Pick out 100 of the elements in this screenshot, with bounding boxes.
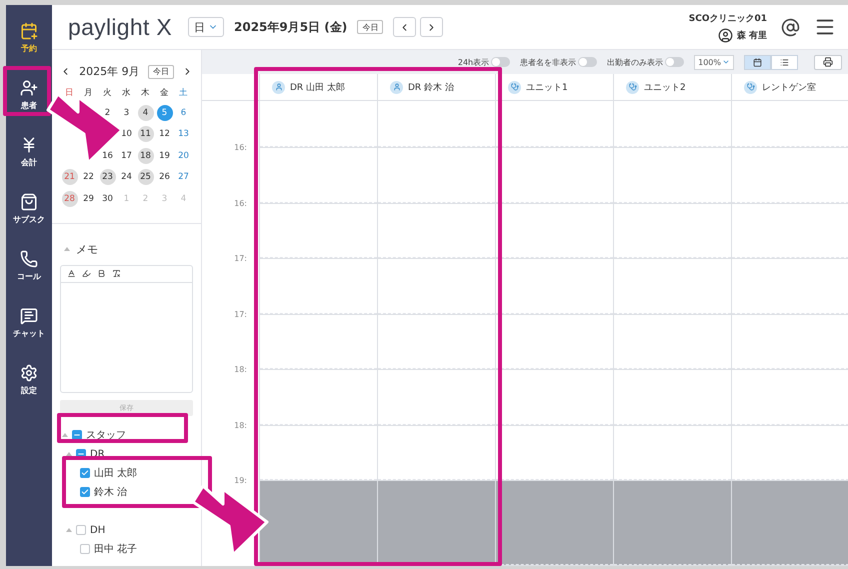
printer-icon (823, 57, 833, 67)
memo-title: メモ (76, 242, 98, 256)
collapse-triangle-icon[interactable] (62, 433, 68, 437)
next-button[interactable] (420, 17, 444, 37)
nav-item[interactable]: チャット (12, 307, 46, 339)
calendar-day[interactable]: 18 (138, 148, 154, 164)
toggle-switch[interactable] (491, 57, 510, 67)
chat-icon (20, 307, 38, 325)
today-button[interactable]: 今日 (148, 64, 174, 78)
checkbox[interactable] (80, 468, 90, 478)
settings-icon (20, 364, 38, 382)
calendar-plus-icon (20, 22, 38, 40)
time-label: 18: (234, 420, 247, 430)
view-toggle[interactable] (771, 54, 798, 70)
weekday-label: 金 (159, 87, 170, 99)
calendar-day[interactable]: 11 (138, 126, 154, 142)
toggle-switch[interactable] (665, 57, 684, 67)
toggle-label: 出勤者のみ表示 (607, 56, 664, 68)
nav-item[interactable]: 予約 (12, 22, 46, 54)
weekday-label: 月 (83, 87, 94, 99)
calendar-day[interactable]: 13 (176, 126, 192, 142)
column-title: DR 鈴木 治 (408, 82, 454, 94)
app-logo: paylight X (68, 14, 174, 40)
calendar-day[interactable]: 27 (176, 169, 192, 185)
highlight-icon[interactable] (82, 269, 91, 278)
calendar-day[interactable]: 4 (138, 104, 154, 120)
weekday-label: 水 (121, 87, 132, 99)
user-name: 森 有里 (736, 29, 767, 42)
time-label: 16: (234, 198, 247, 208)
calendar-day[interactable]: 22 (80, 169, 96, 185)
zoom-select[interactable]: 100% (694, 54, 734, 70)
calendar-day[interactable]: 2 (100, 104, 116, 120)
toggle-label: 24h表示 (458, 56, 490, 68)
calendar-day[interactable]: 20 (176, 148, 192, 164)
print-button[interactable] (814, 54, 842, 70)
check-icon (81, 469, 89, 477)
tree-label: 鈴木 治 (94, 486, 128, 499)
list-icon (780, 58, 789, 66)
weekday-label: 土 (178, 87, 189, 99)
phone-icon (20, 250, 38, 268)
stethoscope-icon (626, 80, 639, 94)
weekday-label: 火 (102, 87, 113, 99)
column-title: ユニット1 (526, 82, 568, 94)
view-toggle[interactable] (744, 54, 771, 70)
calendar-day[interactable]: 6 (176, 104, 192, 120)
nav-item[interactable]: コール (12, 250, 46, 282)
calendar-day[interactable]: 26 (156, 169, 172, 185)
time-label: 17: (234, 310, 247, 320)
column-title: DR 山田 太郎 (290, 82, 345, 94)
time-label: 17: (234, 254, 247, 264)
calendar-day[interactable]: 29 (80, 190, 96, 206)
nav-item[interactable]: 設定 (12, 364, 46, 396)
calendar-day[interactable]: 16 (100, 148, 116, 164)
bag-icon (20, 193, 38, 211)
collapse-triangle-icon[interactable] (66, 528, 72, 532)
time-label: 16: (234, 143, 247, 153)
calendar-day[interactable]: 25 (138, 169, 154, 185)
calendar-day[interactable]: 30 (100, 190, 116, 206)
checkbox[interactable] (76, 525, 86, 535)
view-select[interactable]: 日 (188, 17, 224, 37)
checkbox[interactable] (80, 544, 90, 554)
column-title: ユニット2 (644, 82, 686, 94)
collapse-triangle-icon[interactable] (64, 247, 70, 251)
today-button[interactable]: 今日 (357, 20, 384, 34)
stethoscope-icon (508, 80, 521, 94)
calendar-icon (753, 58, 762, 66)
nav-item[interactable]: 患者 (12, 79, 46, 111)
current-date: 2025年9月5日 (金) (234, 18, 348, 36)
time-label: 19: (234, 476, 247, 486)
at-sign-icon[interactable] (781, 18, 800, 36)
calendar-day[interactable]: 17 (118, 148, 134, 164)
calendar-month: 2025年 9月 (79, 64, 140, 79)
font-color-icon[interactable] (67, 269, 76, 278)
calendar-day[interactable]: 19 (156, 148, 172, 164)
checkbox[interactable] (80, 487, 90, 497)
chevron-down-icon (722, 58, 730, 66)
check-icon (81, 488, 89, 496)
nav-item[interactable]: 会計 (12, 136, 46, 168)
calendar-day[interactable]: 3 (118, 104, 134, 120)
collapse-triangle-icon[interactable] (66, 452, 72, 456)
person-icon (390, 80, 403, 94)
previous-button[interactable] (393, 17, 416, 37)
nav-item[interactable]: サブスク (12, 193, 46, 225)
clear-format-icon[interactable] (112, 269, 121, 278)
tree-label: DH (90, 524, 106, 536)
time-label: 18: (234, 365, 247, 375)
user-avatar-icon (718, 28, 733, 42)
tree-label: 田中 花子 (94, 542, 138, 556)
user-plus-icon (20, 79, 38, 97)
toggle-switch[interactable] (578, 57, 598, 67)
calendar-day[interactable]: 23 (100, 169, 116, 185)
weekday-label: 日 (64, 87, 75, 99)
tree-label: 山田 太郎 (94, 466, 138, 480)
calendar-day[interactable]: 12 (156, 126, 172, 142)
column-title: レントゲン室 (762, 82, 816, 94)
calendar-day[interactable]: 24 (118, 169, 134, 185)
clinic-name: SCOクリニック01 (688, 12, 767, 24)
stethoscope-icon (744, 80, 757, 94)
bold-icon[interactable] (97, 269, 106, 278)
weekday-label: 木 (140, 87, 151, 99)
